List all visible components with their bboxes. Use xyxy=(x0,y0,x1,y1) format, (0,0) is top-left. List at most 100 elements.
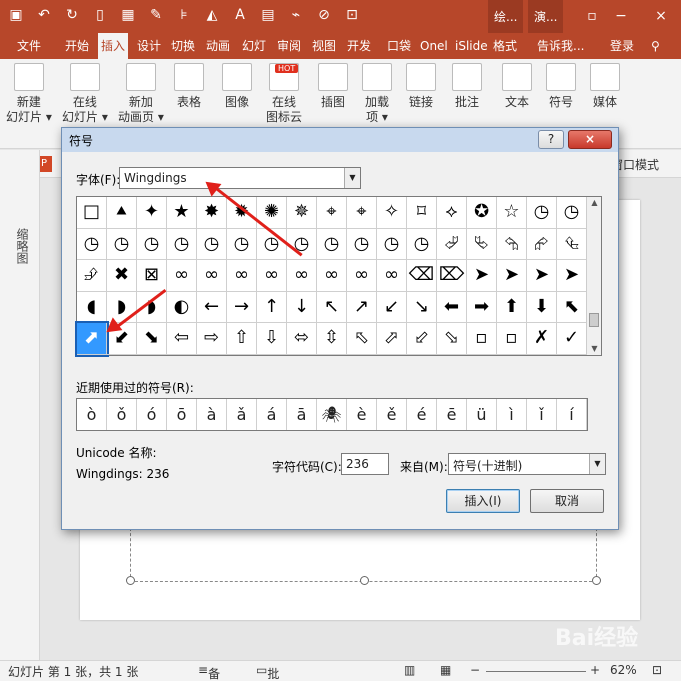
recent-symbol-cell[interactable]: é xyxy=(407,399,437,430)
recent-symbol-cell[interactable]: 🕷 xyxy=(317,399,347,430)
recent-symbol-cell[interactable]: à xyxy=(197,399,227,430)
symbol-cell[interactable]: ✪ xyxy=(467,197,497,229)
symbol-cell[interactable]: ✖ xyxy=(107,260,137,292)
symbol-cell[interactable]: ☆ xyxy=(497,197,527,229)
paste-icon[interactable]: ▤ xyxy=(258,5,278,25)
scroll-thumb[interactable] xyxy=(589,313,599,327)
symbol-cell[interactable]: ⇳ xyxy=(317,323,347,355)
erase-icon[interactable]: ⊘ xyxy=(314,5,334,25)
symbol-cell[interactable]: ⌦ xyxy=(437,260,467,292)
scroll-down-icon[interactable]: ▼ xyxy=(587,343,602,355)
symbol-cell[interactable]: ◷ xyxy=(227,228,257,261)
redo-icon[interactable]: ↻ xyxy=(62,5,82,25)
symbol-cell[interactable]: ⮳ xyxy=(527,228,557,261)
tab-design[interactable]: 设计 xyxy=(134,33,164,59)
new-slide-button[interactable]: 新建 幻灯片 ▾ xyxy=(6,63,52,125)
symbol-cell[interactable]: ⬅ xyxy=(437,291,467,324)
symbol-cell[interactable]: ⬇ xyxy=(527,291,557,324)
symbol-cell[interactable]: ⯅ xyxy=(107,197,137,229)
resize-handle[interactable] xyxy=(592,576,601,585)
symbol-cell[interactable]: ⌖ xyxy=(347,197,377,229)
normal-view-icon[interactable]: ▥ xyxy=(404,663,415,677)
symbol-cell[interactable]: □ xyxy=(77,197,107,229)
symbol-cell[interactable]: ⮱ xyxy=(467,228,497,261)
dialog-close-button[interactable]: × xyxy=(568,130,612,149)
zoom-level[interactable]: 62% xyxy=(610,663,637,677)
tab-insert[interactable]: 插入 xyxy=(98,33,129,59)
minimize-icon[interactable]: − xyxy=(601,0,641,33)
symbol-cell[interactable]: ✓ xyxy=(557,323,587,355)
symbol-cell[interactable]: ∞ xyxy=(197,260,227,292)
tab-home[interactable]: 开始 xyxy=(62,33,92,59)
symbol-cell[interactable]: ◷ xyxy=(377,228,407,261)
symbol-cell[interactable]: ↑ xyxy=(257,291,287,324)
recent-symbol-cell[interactable]: ü xyxy=(467,399,497,430)
symbol-cell[interactable]: ⮲ xyxy=(497,228,527,261)
fill-icon[interactable]: ◭ xyxy=(202,5,222,25)
recent-symbol-cell[interactable]: ō xyxy=(167,399,197,430)
dialog-title-bar[interactable]: 符号 ? × xyxy=(62,128,618,152)
chevron-down-icon[interactable]: ▼ xyxy=(344,168,360,188)
symbol-cell[interactable]: ✵ xyxy=(287,197,317,229)
symbol-cell[interactable]: ◷ xyxy=(197,228,227,261)
chevron-down-icon[interactable]: ▼ xyxy=(589,454,605,474)
font-color-icon[interactable]: A xyxy=(230,5,250,25)
recent-symbol-cell[interactable]: ě xyxy=(377,399,407,430)
symbol-cell[interactable]: ⬁ xyxy=(347,323,377,355)
symbol-cell[interactable]: ➤ xyxy=(527,260,557,292)
online-slide-button[interactable]: 在线 幻灯片 ▾ xyxy=(62,63,108,125)
symbol-cell[interactable]: ◷ xyxy=(317,228,347,261)
tab-onenote[interactable]: Onel xyxy=(417,33,451,59)
symbol-cell[interactable]: ⌑ xyxy=(407,197,437,229)
from-select[interactable]: 符号(十进制) ▼ xyxy=(448,453,606,475)
table-button[interactable]: 表格 xyxy=(174,63,204,110)
symbol-cell[interactable]: ⬃ xyxy=(407,323,437,355)
symbol-cell[interactable]: ⇧ xyxy=(227,323,257,355)
symbol-cell[interactable]: ⌫ xyxy=(407,260,437,292)
symbol-cell[interactable]: ⬀ xyxy=(377,323,407,355)
recent-symbol-cell[interactable]: í xyxy=(557,399,587,430)
scroll-up-icon[interactable]: ▲ xyxy=(587,197,602,209)
symbol-cell[interactable]: ◖ xyxy=(77,291,107,324)
eyedropper-icon[interactable]: ✎ xyxy=(146,5,166,25)
tab-slideshow[interactable]: 幻灯 xyxy=(239,33,269,59)
tab-file[interactable]: 文件 xyxy=(14,33,44,59)
symbol-cell[interactable]: ▫ xyxy=(497,323,527,355)
character-code-input[interactable]: 236 xyxy=(341,453,389,475)
recent-symbol-cell[interactable]: ǒ xyxy=(107,399,137,430)
symbol-cell[interactable]: ⟡ xyxy=(437,197,467,229)
symbol-cell[interactable]: ➤ xyxy=(467,260,497,292)
recent-symbol-cell[interactable]: ì xyxy=(497,399,527,430)
help-button[interactable]: ? xyxy=(538,130,564,149)
symbol-cell[interactable]: ➤ xyxy=(557,260,587,292)
symbol-cell[interactable]: ◷ xyxy=(557,197,587,229)
addins-button[interactable]: 加载项 ▾ xyxy=(362,63,392,125)
symbol-cell[interactable]: ↗ xyxy=(347,291,377,324)
illustrations-button[interactable]: 插图 xyxy=(318,63,348,110)
share-icon[interactable]: ⚲ xyxy=(648,33,663,59)
symbol-grid-scrollbar[interactable]: ▲ ▼ xyxy=(586,197,601,355)
context-tab-presentation[interactable]: 演... xyxy=(528,0,564,33)
close-icon[interactable]: × xyxy=(641,0,681,33)
picture-icon[interactable]: ▦ xyxy=(118,5,138,25)
new-icon[interactable]: ▯ xyxy=(90,5,110,25)
symbol-cell[interactable]: ◷ xyxy=(107,228,137,261)
symbols-button[interactable]: 符号 xyxy=(546,63,576,110)
select-icon[interactable]: ⊡ xyxy=(342,5,362,25)
symbol-cell[interactable]: ➤ xyxy=(497,260,527,292)
save-icon[interactable]: ▣ xyxy=(6,5,26,25)
text-placeholder[interactable] xyxy=(130,528,597,582)
symbol-cell[interactable]: ◷ xyxy=(137,228,167,261)
symbol-cell[interactable]: ⌖ xyxy=(317,197,347,229)
symbol-cell[interactable]: ▫ xyxy=(467,323,497,355)
symbol-cell[interactable]: ⊠ xyxy=(137,260,167,292)
symbol-cell[interactable]: ✧ xyxy=(377,197,407,229)
recent-symbol-cell[interactable]: ǐ xyxy=(527,399,557,430)
symbol-cell[interactable]: ⮴ xyxy=(557,228,587,261)
symbol-cell[interactable]: ⇨ xyxy=(197,323,227,355)
tab-format[interactable]: 格式 xyxy=(490,33,520,59)
recent-symbol-cell[interactable]: ā xyxy=(287,399,317,430)
tab-transitions[interactable]: 切换 xyxy=(168,33,198,59)
brush-icon[interactable]: ⌁ xyxy=(286,5,306,25)
symbol-cell[interactable]: ✸ xyxy=(197,197,227,229)
